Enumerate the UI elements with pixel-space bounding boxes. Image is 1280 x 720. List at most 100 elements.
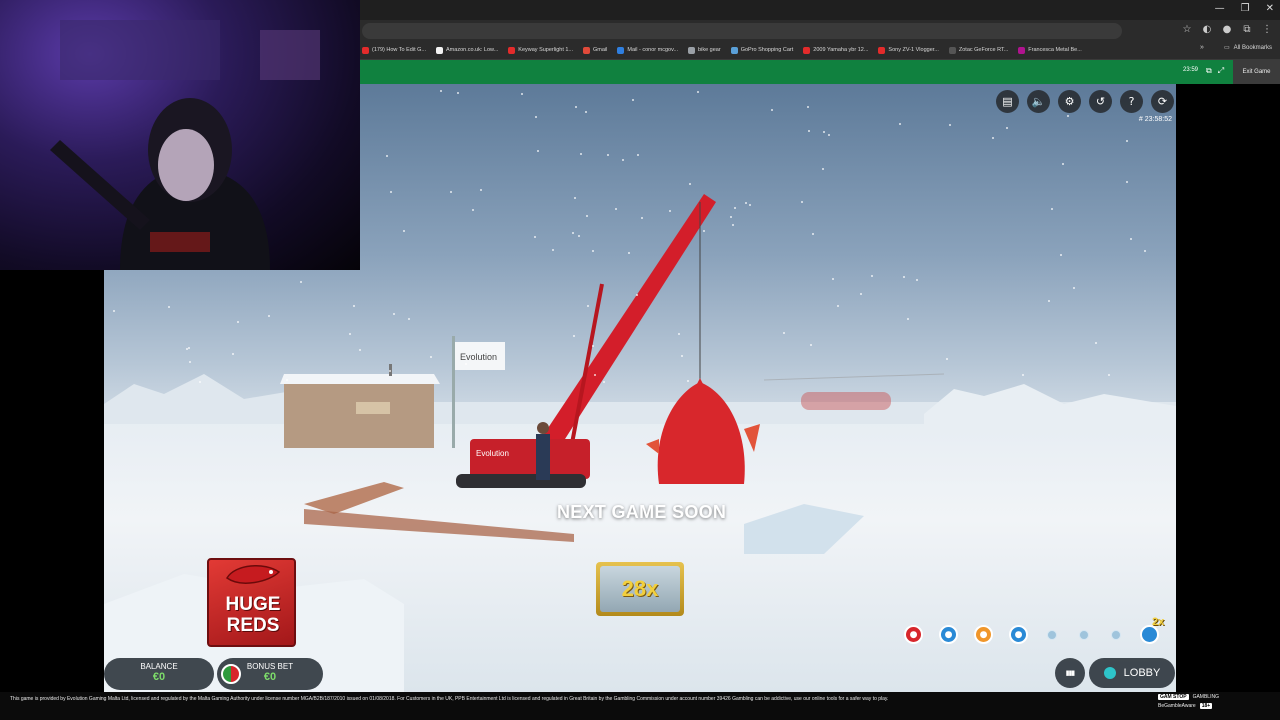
- bookmark-item[interactable]: (179) How To Edit G...: [362, 44, 426, 56]
- bookmark-item[interactable]: Mail - conor mcgov...: [617, 44, 678, 56]
- snowflake: [268, 315, 270, 317]
- bookmark-item[interactable]: 2009 Yamaha ybr 12...: [803, 44, 868, 56]
- flag-logo: Evolution: [460, 352, 497, 362]
- snowflake: [828, 134, 830, 136]
- snowflake: [730, 216, 732, 218]
- snowflake: [232, 353, 234, 355]
- snowflake: [359, 349, 361, 351]
- settings-icon[interactable]: ⚙: [1058, 90, 1081, 113]
- bonus-bet-display[interactable]: BONUS BET €0: [217, 658, 323, 690]
- snowflake: [669, 210, 671, 212]
- huge-reds-text: HUGE REDS: [225, 594, 281, 636]
- snowflake: [703, 230, 705, 232]
- bookmark-label: 2009 Yamaha ybr 12...: [813, 47, 869, 53]
- balance-display: BALANCE €0: [104, 658, 214, 690]
- snowflake: [949, 124, 951, 126]
- bookmark-item[interactable]: Francesca Metal Be...: [1018, 44, 1082, 56]
- bookmark-item[interactable]: bike gear: [688, 44, 721, 56]
- snowflake: [393, 313, 395, 315]
- gamstop-logo[interactable]: GAM STOP: [1158, 694, 1189, 700]
- snowflake: [574, 197, 576, 199]
- bookmark-label: Mail - conor mcgov...: [627, 47, 679, 53]
- help-icon[interactable]: ?: [1120, 90, 1143, 113]
- lobby-icon: [1103, 667, 1116, 679]
- bookmark-favicon-icon: [878, 46, 886, 54]
- age-restriction-badge: 18+: [1199, 703, 1213, 709]
- snowflake: [1006, 127, 1008, 129]
- close-button[interactable]: ✕: [1266, 3, 1274, 14]
- footer-logos: GAM STOP GAMBLING BeGambleAware 18+: [1158, 694, 1219, 709]
- balance-value: €0: [152, 671, 166, 683]
- bookmark-item[interactable]: Amazon.co.uk: Low...: [436, 44, 498, 56]
- bookmark-item[interactable]: Gmail: [583, 44, 607, 56]
- bookmark-label: Zotac GeForce RT...: [958, 47, 1009, 53]
- chip-icon[interactable]: [221, 664, 241, 684]
- bookmark-favicon-icon: [803, 46, 811, 54]
- snowflake: [916, 279, 918, 281]
- expand-icon[interactable]: ⤢: [1218, 66, 1224, 76]
- snowflake: [636, 294, 638, 296]
- menu-icon[interactable]: ⋮: [1262, 24, 1272, 36]
- url-field[interactable]: [362, 23, 1122, 39]
- snowflake: [681, 355, 683, 357]
- chat-icon[interactable]: ▤: [996, 90, 1019, 113]
- snowflake: [860, 293, 862, 295]
- bookmark-favicon-icon: [362, 46, 369, 54]
- snowflake: [783, 332, 785, 334]
- snowflake: [615, 208, 617, 210]
- snowflake: [592, 345, 594, 347]
- snowflake: [408, 318, 410, 320]
- bookmark-item[interactable]: GoPro Shopping Cart: [730, 44, 793, 56]
- bookmark-label: (179) How To Edit G...: [372, 47, 427, 53]
- volume-icon[interactable]: 🔈: [1027, 90, 1050, 113]
- history-icon[interactable]: ↺: [1089, 90, 1112, 113]
- crane-logo: Evolution: [476, 449, 509, 458]
- results-history: ● ● ● ●: [904, 625, 1159, 644]
- begambleaware-logo[interactable]: BeGambleAware: [1158, 703, 1196, 709]
- history-result-icon: ●: [939, 625, 958, 644]
- snowflake: [837, 305, 839, 307]
- bookmarks-overflow-icon[interactable]: »: [1200, 44, 1204, 51]
- popout-icon[interactable]: ⧉: [1206, 66, 1212, 76]
- snowflake: [687, 380, 689, 382]
- restore-button[interactable]: ❐: [1241, 3, 1250, 14]
- streamer-webcam: [50, 20, 320, 270]
- snowflake: [678, 333, 680, 335]
- bookmark-label: Keyway Superlight 1...: [518, 47, 574, 53]
- snowflake: [286, 379, 288, 381]
- bookmark-item[interactable]: Zotac GeForce RT...: [948, 44, 1009, 56]
- fullscreen-icon[interactable]: ⟳: [1151, 90, 1174, 113]
- snowflake: [300, 281, 302, 283]
- snowflake: [1144, 250, 1146, 252]
- snowflake: [832, 278, 834, 280]
- lobby-button[interactable]: LOBBY: [1089, 658, 1175, 688]
- all-bookmarks[interactable]: ▭ All Bookmarks: [1224, 44, 1272, 52]
- bookmark-label: Amazon.co.uk: Low...: [446, 47, 499, 53]
- address-bar-icons: ☆ ◐ ● ⧉ ⋮: [1182, 24, 1272, 36]
- lobby-label: LOBBY: [1123, 667, 1161, 679]
- history-multiplier: 2x: [1152, 616, 1165, 628]
- extensions-icon[interactable]: ⧉: [1242, 24, 1252, 36]
- snowflake: [734, 207, 736, 209]
- snowflake: [578, 235, 580, 237]
- bookmark-item[interactable]: Keyway Superlight 1...: [508, 44, 573, 56]
- record-icon[interactable]: ●: [1222, 24, 1232, 36]
- stats-icon: ▮▮▮: [1065, 669, 1076, 677]
- snowflake: [353, 305, 355, 307]
- header-icons: ⧉ ⤢: [1206, 66, 1224, 76]
- snowflake: [186, 348, 188, 350]
- exit-game-button[interactable]: Exit Game: [1233, 60, 1280, 84]
- snowflake: [822, 168, 824, 170]
- extension-icon[interactable]: ◐: [1202, 24, 1212, 36]
- snowflake: [1022, 374, 1024, 376]
- snowflake: [430, 356, 432, 358]
- webcam-overlay: [0, 0, 360, 270]
- snowflake: [745, 202, 747, 204]
- snowflake: [1051, 208, 1053, 210]
- bookmark-star-icon[interactable]: ☆: [1182, 24, 1192, 36]
- bookmark-item[interactable]: Sony ZV-1 Vlogger...: [878, 44, 939, 56]
- minimize-button[interactable]: —: [1215, 3, 1225, 14]
- history-result-icon: ●: [904, 625, 923, 644]
- gambling-commission-logo[interactable]: GAMBLING: [1193, 694, 1219, 700]
- statistics-button[interactable]: ▮▮▮: [1055, 658, 1085, 688]
